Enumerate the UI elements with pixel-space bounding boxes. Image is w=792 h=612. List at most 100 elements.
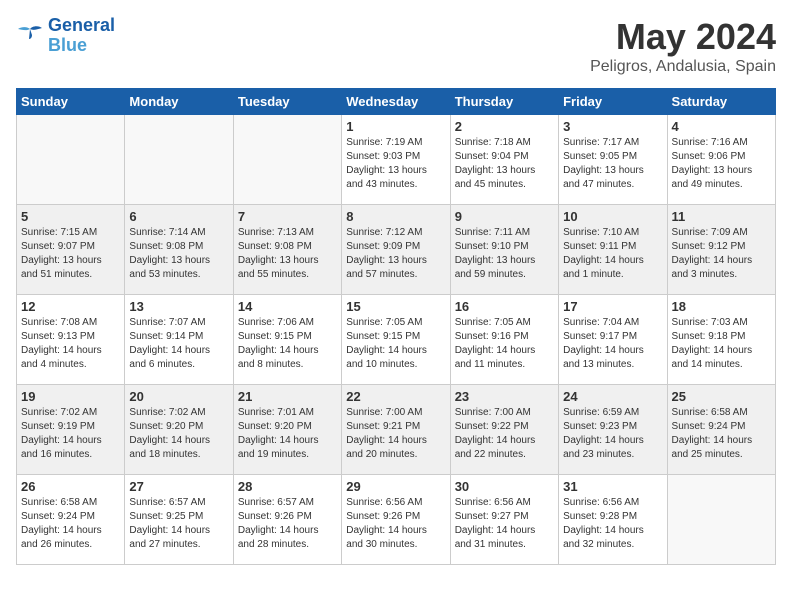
- calendar-day-cell: 7 Sunrise: 7:13 AM Sunset: 9:08 PM Daylig…: [233, 205, 341, 295]
- day-number: 18: [672, 299, 771, 314]
- day-info: Sunrise: 7:07 AM Sunset: 9:14 PM Dayligh…: [129, 316, 228, 372]
- day-number: 7: [238, 209, 337, 224]
- calendar-day-cell: 23 Sunrise: 7:00 AM Sunset: 9:22 PM Dayli…: [450, 385, 558, 475]
- calendar-day-cell: 24Sunrise: 6:59 AM Sunset: 9:23 PM Dayli…: [559, 385, 667, 475]
- day-info: Sunrise: 7:00 AM Sunset: 9:22 PM Dayligh…: [455, 406, 554, 462]
- day-number: 9: [455, 209, 554, 224]
- calendar-day-cell: 1Sunrise: 7:19 AM Sunset: 9:03 PM Daylig…: [342, 115, 450, 205]
- day-number: 22: [346, 389, 445, 404]
- day-info: Sunrise: 7:11 AM Sunset: 9:10 PM Dayligh…: [455, 226, 554, 282]
- day-number: 16: [455, 299, 554, 314]
- calendar-day-cell: 21Sunrise: 7:01 AM Sunset: 9:20 PM Dayli…: [233, 385, 341, 475]
- day-info: Sunrise: 7:16 AM Sunset: 9:06 PM Dayligh…: [672, 136, 771, 192]
- logo-text: General Blue: [48, 16, 115, 56]
- calendar-day-cell: 17Sunrise: 7:04 AM Sunset: 9:17 PM Dayli…: [559, 295, 667, 385]
- day-number: 21: [238, 389, 337, 404]
- calendar-day-cell: 3 Sunrise: 7:17 AM Sunset: 9:05 PM Daylig…: [559, 115, 667, 205]
- calendar-day-cell: [17, 115, 125, 205]
- day-number: 20: [129, 389, 228, 404]
- page-header: General Blue May 2024 Peligros, Andalusi…: [16, 16, 776, 76]
- day-number: 11: [672, 209, 771, 224]
- day-info: Sunrise: 7:02 AM Sunset: 9:20 PM Dayligh…: [129, 406, 228, 462]
- day-info: Sunrise: 7:09 AM Sunset: 9:12 PM Dayligh…: [672, 226, 771, 282]
- day-info: Sunrise: 6:59 AM Sunset: 9:23 PM Dayligh…: [563, 406, 662, 462]
- calendar-day-cell: 25 Sunrise: 6:58 AM Sunset: 9:24 PM Dayli…: [667, 385, 775, 475]
- day-info: Sunrise: 6:56 AM Sunset: 9:27 PM Dayligh…: [455, 496, 554, 552]
- day-info: Sunrise: 6:58 AM Sunset: 9:24 PM Dayligh…: [672, 406, 771, 462]
- calendar-day-cell: 30 Sunrise: 6:56 AM Sunset: 9:27 PM Dayli…: [450, 475, 558, 565]
- day-info: Sunrise: 7:08 AM Sunset: 9:13 PM Dayligh…: [21, 316, 120, 372]
- day-info: Sunrise: 7:05 AM Sunset: 9:16 PM Dayligh…: [455, 316, 554, 372]
- day-info: Sunrise: 6:56 AM Sunset: 9:26 PM Dayligh…: [346, 496, 445, 552]
- weekday-header-thursday: Thursday: [450, 89, 558, 115]
- weekday-header-wednesday: Wednesday: [342, 89, 450, 115]
- day-info: Sunrise: 7:03 AM Sunset: 9:18 PM Dayligh…: [672, 316, 771, 372]
- weekday-header-monday: Monday: [125, 89, 233, 115]
- calendar-day-cell: [667, 475, 775, 565]
- calendar-day-cell: [233, 115, 341, 205]
- calendar-day-cell: 8Sunrise: 7:12 AM Sunset: 9:09 PM Daylig…: [342, 205, 450, 295]
- day-number: 12: [21, 299, 120, 314]
- calendar-day-cell: [125, 115, 233, 205]
- day-number: 27: [129, 479, 228, 494]
- calendar-day-cell: 28Sunrise: 6:57 AM Sunset: 9:26 PM Dayli…: [233, 475, 341, 565]
- location: Peligros, Andalusia, Spain: [590, 58, 776, 76]
- day-number: 6: [129, 209, 228, 224]
- day-info: Sunrise: 6:58 AM Sunset: 9:24 PM Dayligh…: [21, 496, 120, 552]
- weekday-header-saturday: Saturday: [667, 89, 775, 115]
- calendar-day-cell: 10Sunrise: 7:10 AM Sunset: 9:11 PM Dayli…: [559, 205, 667, 295]
- weekday-header-friday: Friday: [559, 89, 667, 115]
- day-info: Sunrise: 7:02 AM Sunset: 9:19 PM Dayligh…: [21, 406, 120, 462]
- day-number: 19: [21, 389, 120, 404]
- calendar-day-cell: 2 Sunrise: 7:18 AM Sunset: 9:04 PM Daylig…: [450, 115, 558, 205]
- calendar-week-3: 12 Sunrise: 7:08 AM Sunset: 9:13 PM Dayli…: [17, 295, 776, 385]
- logo: General Blue: [16, 16, 115, 56]
- day-info: Sunrise: 7:00 AM Sunset: 9:21 PM Dayligh…: [346, 406, 445, 462]
- day-info: Sunrise: 6:56 AM Sunset: 9:28 PM Dayligh…: [563, 496, 662, 552]
- day-number: 2: [455, 119, 554, 134]
- calendar-day-cell: 27 Sunrise: 6:57 AM Sunset: 9:25 PM Dayli…: [125, 475, 233, 565]
- day-number: 4: [672, 119, 771, 134]
- day-number: 31: [563, 479, 662, 494]
- calendar-week-4: 19 Sunrise: 7:02 AM Sunset: 9:19 PM Dayli…: [17, 385, 776, 475]
- logo-icon: [16, 25, 44, 47]
- day-info: Sunrise: 7:10 AM Sunset: 9:11 PM Dayligh…: [563, 226, 662, 282]
- day-info: Sunrise: 7:18 AM Sunset: 9:04 PM Dayligh…: [455, 136, 554, 192]
- day-number: 14: [238, 299, 337, 314]
- calendar-day-cell: 14Sunrise: 7:06 AM Sunset: 9:15 PM Dayli…: [233, 295, 341, 385]
- day-number: 3: [563, 119, 662, 134]
- day-info: Sunrise: 7:04 AM Sunset: 9:17 PM Dayligh…: [563, 316, 662, 372]
- day-number: 15: [346, 299, 445, 314]
- day-info: Sunrise: 6:57 AM Sunset: 9:25 PM Dayligh…: [129, 496, 228, 552]
- calendar-day-cell: 19 Sunrise: 7:02 AM Sunset: 9:19 PM Dayli…: [17, 385, 125, 475]
- day-info: Sunrise: 7:13 AM Sunset: 9:08 PM Dayligh…: [238, 226, 337, 282]
- calendar-day-cell: 9 Sunrise: 7:11 AM Sunset: 9:10 PM Daylig…: [450, 205, 558, 295]
- day-number: 28: [238, 479, 337, 494]
- day-info: Sunrise: 7:17 AM Sunset: 9:05 PM Dayligh…: [563, 136, 662, 192]
- calendar-table: SundayMondayTuesdayWednesdayThursdayFrid…: [16, 88, 776, 565]
- calendar-day-cell: 12 Sunrise: 7:08 AM Sunset: 9:13 PM Dayli…: [17, 295, 125, 385]
- calendar-day-cell: 29Sunrise: 6:56 AM Sunset: 9:26 PM Dayli…: [342, 475, 450, 565]
- calendar-header-row: SundayMondayTuesdayWednesdayThursdayFrid…: [17, 89, 776, 115]
- day-number: 13: [129, 299, 228, 314]
- day-number: 30: [455, 479, 554, 494]
- day-number: 25: [672, 389, 771, 404]
- day-number: 23: [455, 389, 554, 404]
- title-block: May 2024 Peligros, Andalusia, Spain: [590, 16, 776, 76]
- calendar-day-cell: 18 Sunrise: 7:03 AM Sunset: 9:18 PM Dayli…: [667, 295, 775, 385]
- calendar-week-5: 26 Sunrise: 6:58 AM Sunset: 9:24 PM Dayli…: [17, 475, 776, 565]
- day-info: Sunrise: 7:15 AM Sunset: 9:07 PM Dayligh…: [21, 226, 120, 282]
- calendar-day-cell: 5 Sunrise: 7:15 AM Sunset: 9:07 PM Daylig…: [17, 205, 125, 295]
- calendar-day-cell: 6 Sunrise: 7:14 AM Sunset: 9:08 PM Daylig…: [125, 205, 233, 295]
- day-number: 26: [21, 479, 120, 494]
- calendar-day-cell: 4 Sunrise: 7:16 AM Sunset: 9:06 PM Daylig…: [667, 115, 775, 205]
- calendar-week-2: 5 Sunrise: 7:15 AM Sunset: 9:07 PM Daylig…: [17, 205, 776, 295]
- calendar-day-cell: 20 Sunrise: 7:02 AM Sunset: 9:20 PM Dayli…: [125, 385, 233, 475]
- weekday-header-sunday: Sunday: [17, 89, 125, 115]
- calendar-day-cell: 13 Sunrise: 7:07 AM Sunset: 9:14 PM Dayli…: [125, 295, 233, 385]
- day-number: 8: [346, 209, 445, 224]
- day-number: 5: [21, 209, 120, 224]
- month-title: May 2024: [590, 16, 776, 58]
- day-info: Sunrise: 7:14 AM Sunset: 9:08 PM Dayligh…: [129, 226, 228, 282]
- calendar-day-cell: 26 Sunrise: 6:58 AM Sunset: 9:24 PM Dayli…: [17, 475, 125, 565]
